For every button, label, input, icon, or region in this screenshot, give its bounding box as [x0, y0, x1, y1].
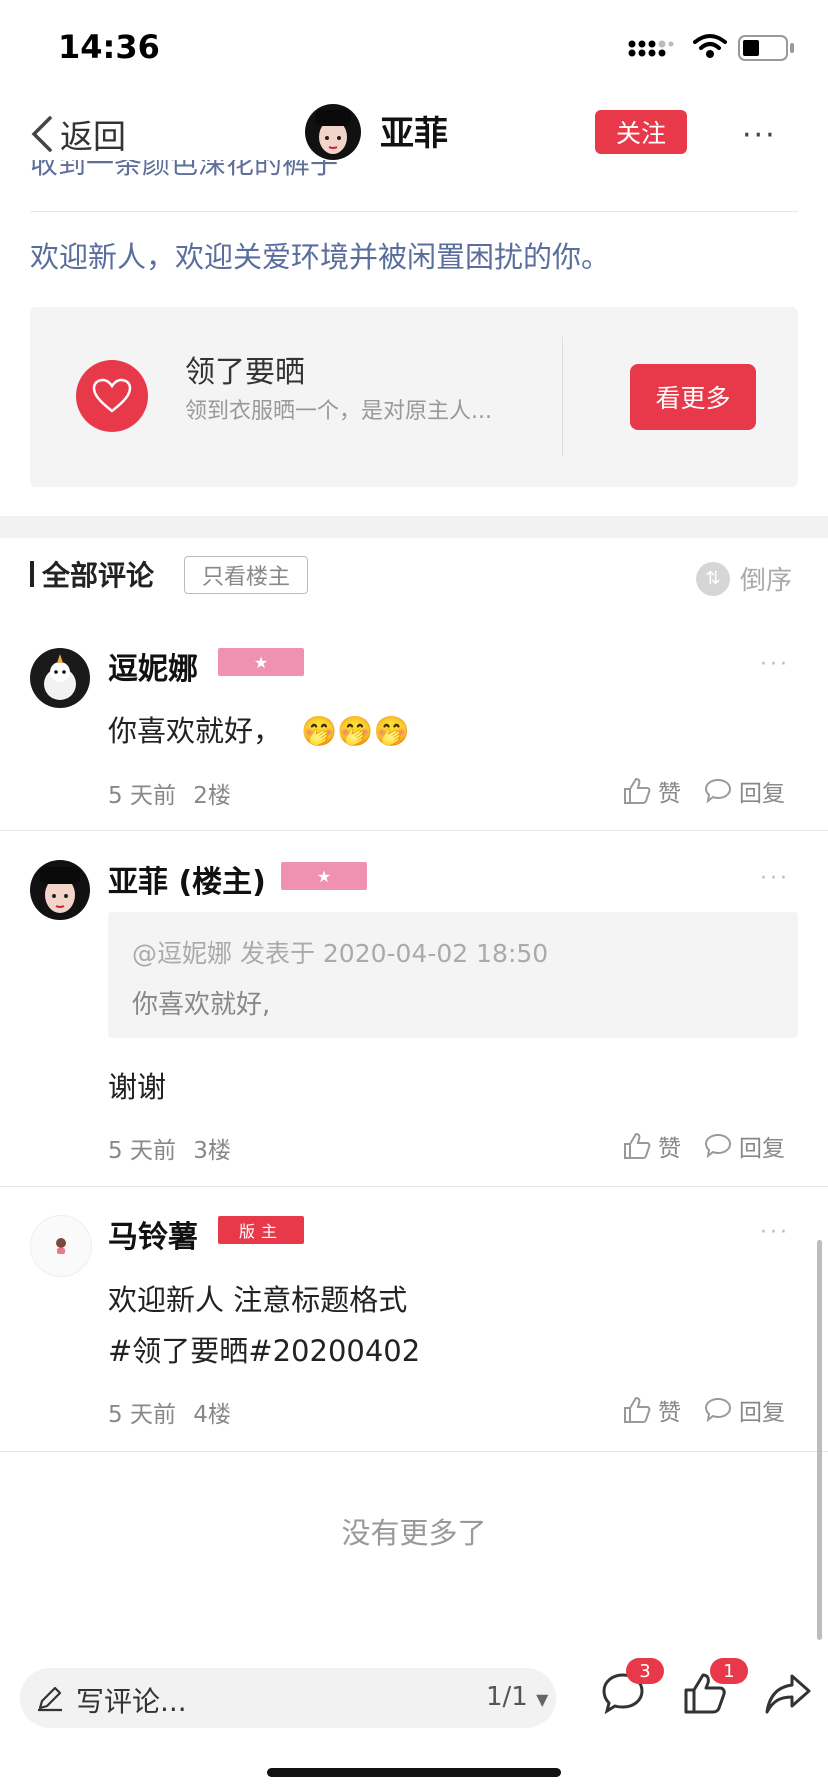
reply-button[interactable]: 回复	[703, 774, 785, 808]
comment-count-badge: 3	[626, 1658, 664, 1684]
quote-text: 你喜欢就好,	[132, 990, 271, 1020]
avatar[interactable]	[30, 860, 90, 920]
sort-icon: ⇅	[696, 561, 730, 596]
comment-actions: 赞 回复	[622, 1393, 785, 1427]
comment-input-placeholder: 写评论...	[76, 1685, 187, 1718]
only-host-button[interactable]: 只看楼主	[184, 556, 308, 594]
comment-text-line2: #领了要晒#20200402	[108, 1334, 421, 1368]
share-icon	[765, 1674, 811, 1714]
comment-text: 你喜欢就好， 🤭🤭🤭	[108, 714, 410, 748]
comments-title: 全部评论	[42, 559, 155, 592]
comment-more-icon[interactable]: ···	[760, 1220, 790, 1245]
comment-actions: 赞 回复	[622, 774, 785, 808]
divider	[0, 1451, 828, 1452]
comment-more-icon[interactable]: ···	[760, 866, 790, 891]
commenter-name[interactable]: 逗妮娜	[108, 644, 198, 688]
see-more-button[interactable]: 看更多	[630, 364, 756, 430]
no-more-text: 没有更多了	[341, 1516, 487, 1550]
section-gap	[0, 516, 828, 538]
page-indicator[interactable]: 1/1 ▼	[486, 1682, 548, 1712]
pen-icon	[38, 1686, 62, 1712]
commenter-name[interactable]: 亚菲 (楼主)	[108, 857, 266, 901]
quote-header: @逗妮娜 发表于 2020-04-02 18:50	[132, 939, 549, 968]
reply-bubble-icon	[704, 1397, 732, 1423]
comment-meta: 5 天前 2楼	[108, 783, 231, 809]
thumbs-up-icon	[624, 1132, 651, 1159]
comment-input[interactable]: 写评论... 1/1 ▼	[20, 1668, 556, 1728]
scrollbar[interactable]	[817, 1240, 822, 1640]
reply-bubble-icon	[704, 1133, 732, 1159]
level-badge: ★	[281, 862, 367, 890]
back-label: 返回	[60, 117, 126, 156]
status-time: 14:36	[58, 28, 160, 66]
avatar[interactable]	[30, 648, 90, 708]
home-indicator	[267, 1768, 561, 1777]
sort-button[interactable]: ⇅ 倒序	[696, 560, 792, 597]
like-button[interactable]: 赞	[622, 1393, 681, 1427]
comment-more-icon[interactable]: ···	[760, 652, 790, 677]
topic-card[interactable]: 领了要晒 领到衣服晒一个，是对原主人... 看更多	[30, 307, 798, 487]
moderator-badge: 版主	[218, 1216, 304, 1244]
welcome-text: 欢迎新人，欢迎关爱环境并被闲置困扰的你。	[30, 240, 611, 274]
avatar[interactable]	[30, 1215, 92, 1277]
divider	[0, 1186, 828, 1187]
reply-button[interactable]: 回复	[703, 1129, 785, 1163]
divider	[30, 211, 798, 212]
comment-text-line1: 欢迎新人 注意标题格式	[108, 1283, 408, 1317]
caret-down-icon: ▼	[536, 1690, 549, 1709]
emoji: 🤭🤭🤭	[301, 714, 410, 748]
divider	[0, 830, 828, 831]
thumbs-up-icon	[624, 777, 651, 804]
post-cut-text: 收到一条颜色深花的裤子	[30, 160, 339, 180]
back-button[interactable]: 返回	[28, 110, 126, 158]
level-badge: ★	[218, 648, 304, 676]
reply-button[interactable]: 回复	[703, 1393, 785, 1427]
card-title: 领了要晒	[185, 355, 305, 390]
sort-label: 倒序	[740, 566, 793, 596]
thumbs-up-icon	[624, 1396, 651, 1423]
wifi-icon	[693, 34, 727, 58]
author-avatar[interactable]	[305, 104, 361, 160]
quoted-comment: @逗妮娜 发表于 2020-04-02 18:50 你喜欢就好,	[108, 912, 798, 1038]
card-divider	[562, 337, 563, 457]
like-button[interactable]: 赞	[622, 774, 681, 808]
commenter-name[interactable]: 马铃薯	[108, 1212, 198, 1256]
comment-meta: 5 天前 3楼	[108, 1138, 231, 1164]
card-subtitle: 领到衣服晒一个，是对原主人...	[185, 399, 492, 424]
comment-text: 谢谢	[108, 1070, 167, 1104]
more-icon[interactable]: ···	[742, 118, 777, 153]
signal-icon	[628, 40, 674, 57]
back-chevron-icon	[31, 116, 52, 152]
reply-bubble-icon	[704, 778, 732, 804]
comment-actions: 赞 回复	[622, 1129, 785, 1163]
battery-icon	[738, 35, 794, 61]
section-bar	[30, 561, 34, 587]
like-count-badge: 1	[710, 1658, 748, 1684]
comment-meta: 5 天前 4楼	[108, 1402, 231, 1428]
author-name[interactable]: 亚菲	[380, 110, 448, 158]
like-button[interactable]: 赞	[622, 1129, 681, 1163]
share-button[interactable]	[764, 1672, 814, 1718]
heart-icon	[76, 360, 148, 432]
follow-button[interactable]: 关注	[595, 110, 687, 154]
